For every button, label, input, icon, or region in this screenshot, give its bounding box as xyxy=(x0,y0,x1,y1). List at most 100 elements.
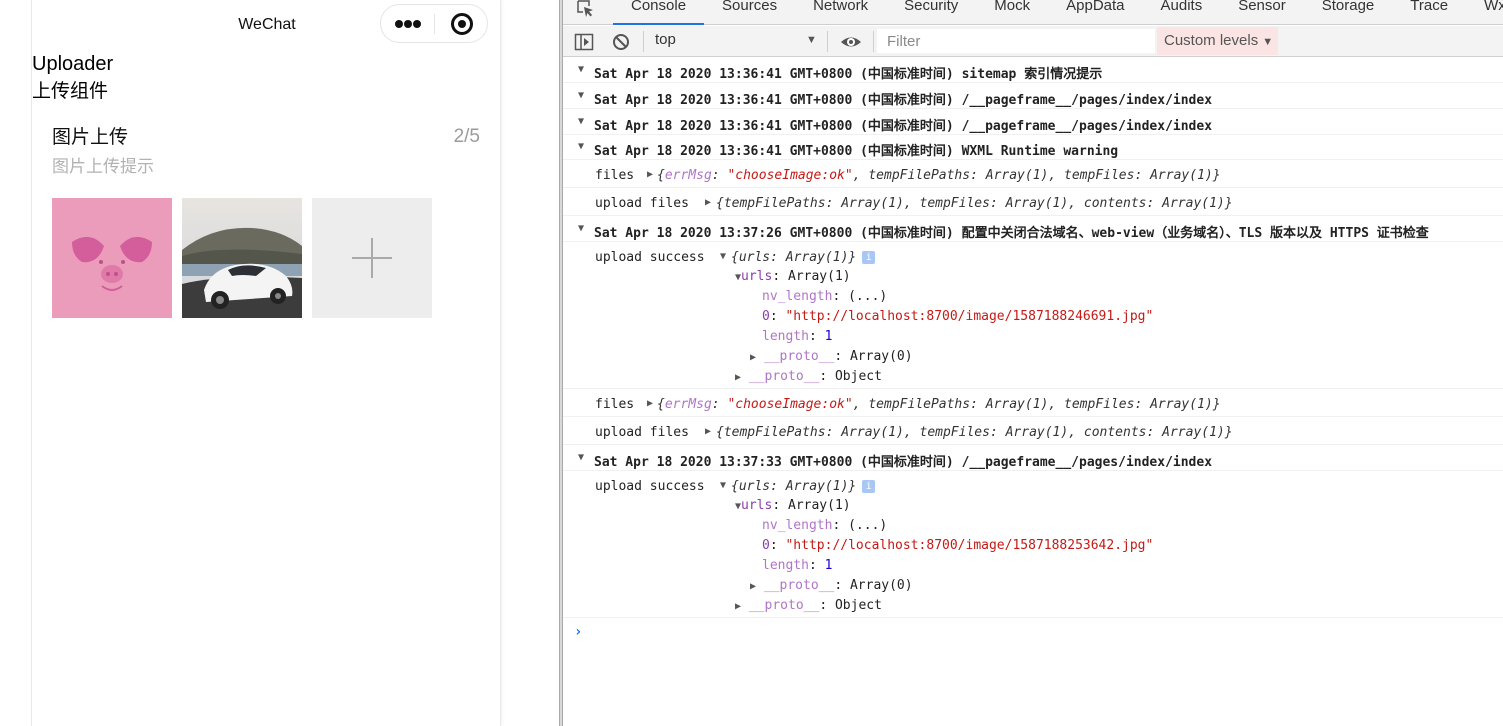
filter-input[interactable] xyxy=(877,29,1155,53)
phone-screen: WeChat Uploader 上传组件 图片上传 2/5 图片上传提示 xyxy=(31,0,501,726)
collapse-triangle-icon[interactable]: ▼ xyxy=(578,452,584,463)
page-description: 上传组件 xyxy=(32,80,109,102)
console-group[interactable]: ▼ Sat Apr 18 2020 13:36:41 GMT+0800 (中国标… xyxy=(563,58,1503,83)
pig-illustration xyxy=(72,236,152,291)
capsule-divider xyxy=(434,14,435,34)
panel-splitter-highlight xyxy=(560,0,562,726)
console-group-title: Sat Apr 18 2020 13:37:33 GMT+0800 (中国标准时… xyxy=(594,455,1213,470)
log-label: upload success xyxy=(595,479,705,494)
log-object-preview[interactable]: {tempFilePaths: Array(1), tempFiles: Arr… xyxy=(716,425,1233,440)
devtools-panel: Console Sources Network Security Mock Ap… xyxy=(563,0,1503,726)
console-group[interactable]: ▼ Sat Apr 18 2020 13:36:41 GMT+0800 (中国标… xyxy=(563,135,1503,160)
tree-node-index: 0: "http://localhost:8700/image/15871882… xyxy=(762,538,1154,553)
tree-node-length: length: 1 xyxy=(762,329,833,344)
expand-triangle-icon[interactable]: ▶ xyxy=(735,372,741,383)
console-group[interactable]: ▼ Sat Apr 18 2020 13:36:41 GMT+0800 (中国标… xyxy=(563,110,1503,135)
inspect-element-icon[interactable] xyxy=(575,0,595,18)
console-group-title: Sat Apr 18 2020 13:37:26 GMT+0800 (中国标准时… xyxy=(594,226,1429,241)
expand-triangle-icon[interactable]: ▶ xyxy=(647,169,653,180)
sidebar-toggle-icon[interactable] xyxy=(574,32,594,52)
expand-triangle-icon[interactable]: ▶ xyxy=(705,197,711,208)
page-title: Uploader xyxy=(32,53,114,75)
collapse-triangle-icon[interactable]: ▼ xyxy=(720,480,726,491)
tab-console[interactable]: Console xyxy=(613,0,705,25)
log-object-preview[interactable]: {tempFilePaths: Array(1), tempFiles: Arr… xyxy=(716,196,1233,211)
tab-security[interactable]: Security xyxy=(886,0,976,25)
console-log-row: files ▶ {errMsg: "chooseImage:ok", tempF… xyxy=(563,390,1503,417)
log-levels-label: Custom levels xyxy=(1164,32,1259,49)
car-photo xyxy=(182,198,302,318)
expand-triangle-icon[interactable]: ▶ xyxy=(705,426,711,437)
log-object-preview[interactable]: {urls: Array(1)} i xyxy=(731,250,876,265)
console-log-row: upload success ▼ {urls: Array(1)} i ▼urls… xyxy=(563,243,1503,389)
tree-node-proto-object[interactable]: ▶ __proto__: Object xyxy=(735,598,882,613)
console-output: ▼ Sat Apr 18 2020 13:36:41 GMT+0800 (中国标… xyxy=(563,58,1503,726)
uploaded-image-car[interactable] xyxy=(182,198,302,318)
console-group-title: Sat Apr 18 2020 13:36:41 GMT+0800 (中国标准时… xyxy=(594,119,1213,134)
expand-triangle-icon[interactable]: ▶ xyxy=(750,352,756,363)
log-label: files xyxy=(595,168,635,183)
add-image-button[interactable] xyxy=(312,198,432,318)
console-group[interactable]: ▼ Sat Apr 18 2020 13:37:26 GMT+0800 (中国标… xyxy=(563,217,1503,242)
devtools-tabs: Console Sources Network Security Mock Ap… xyxy=(613,0,1503,25)
console-toolbar: top ▼ Custom levels▼ xyxy=(563,26,1503,57)
collapse-triangle-icon[interactable]: ▼ xyxy=(578,90,584,101)
console-log-row: upload files ▶ {tempFilePaths: Array(1),… xyxy=(563,189,1503,216)
uploaded-image-pig[interactable] xyxy=(52,198,172,318)
info-icon: i xyxy=(862,480,876,493)
tree-node-urls[interactable]: ▼urls: Array(1) xyxy=(735,269,851,284)
close-mini-program-icon[interactable] xyxy=(451,13,473,35)
tab-wxml[interactable]: Wxml xyxy=(1466,0,1503,25)
console-group-title: Sat Apr 18 2020 13:36:41 GMT+0800 (中国标准时… xyxy=(594,144,1119,159)
context-select[interactable]: top xyxy=(655,31,676,48)
chevron-down-icon: ▼ xyxy=(1262,36,1274,48)
simulator-panel: WeChat Uploader 上传组件 图片上传 2/5 图片上传提示 xyxy=(0,0,560,726)
tab-sensor[interactable]: Sensor xyxy=(1220,0,1304,25)
toolbar-separator xyxy=(827,31,828,52)
context-dropdown-arrow-icon[interactable]: ▼ xyxy=(806,34,817,46)
tab-appdata[interactable]: AppData xyxy=(1048,0,1142,25)
collapse-triangle-icon[interactable]: ▼ xyxy=(578,64,584,75)
expand-triangle-icon[interactable]: ▶ xyxy=(647,398,653,409)
tab-mock[interactable]: Mock xyxy=(976,0,1048,25)
console-log-row: upload files ▶ {tempFilePaths: Array(1),… xyxy=(563,418,1503,445)
collapse-triangle-icon[interactable]: ▼ xyxy=(578,141,584,152)
console-log-row: files ▶ {errMsg: "chooseImage:ok", tempF… xyxy=(563,161,1503,188)
console-group[interactable]: ▼ Sat Apr 18 2020 13:36:41 GMT+0800 (中国标… xyxy=(563,84,1503,109)
uploader-count: 2/5 xyxy=(453,126,480,147)
console-group-title: Sat Apr 18 2020 13:36:41 GMT+0800 (中国标准时… xyxy=(594,67,1103,82)
expand-triangle-icon[interactable]: ▶ xyxy=(735,601,741,612)
tab-network[interactable]: Network xyxy=(795,0,886,25)
console-log-row: upload success ▼ {urls: Array(1)} i ▼urls… xyxy=(563,472,1503,618)
more-icon[interactable] xyxy=(395,18,421,30)
clear-console-icon[interactable] xyxy=(611,32,631,52)
tree-node-index: 0: "http://localhost:8700/image/15871882… xyxy=(762,309,1154,324)
menu-capsule xyxy=(380,4,488,43)
log-levels-dropdown[interactable]: Custom levels ▼ xyxy=(1157,27,1278,55)
tab-storage[interactable]: Storage xyxy=(1304,0,1393,25)
collapse-triangle-icon[interactable]: ▼ xyxy=(720,251,726,262)
collapse-triangle-icon[interactable]: ▼ xyxy=(578,116,584,127)
toolbar-separator xyxy=(873,31,874,52)
expand-triangle-icon[interactable]: ▶ xyxy=(750,581,756,592)
tree-node-proto-object[interactable]: ▶ __proto__: Object xyxy=(735,369,882,384)
toolbar-separator xyxy=(643,31,644,52)
log-label: upload success xyxy=(595,250,705,265)
console-group[interactable]: ▼ Sat Apr 18 2020 13:37:33 GMT+0800 (中国标… xyxy=(563,446,1503,471)
tree-node-proto-array[interactable]: ▶ __proto__: Array(0) xyxy=(750,578,913,593)
log-object-preview[interactable]: {urls: Array(1)} i xyxy=(731,479,876,494)
eye-icon[interactable] xyxy=(840,32,862,52)
collapse-triangle-icon[interactable]: ▼ xyxy=(578,223,584,234)
tab-trace[interactable]: Trace xyxy=(1392,0,1466,25)
tree-node-nv-length[interactable]: nv_length: (...) xyxy=(762,518,887,533)
log-object-preview[interactable]: {errMsg: "chooseImage:ok", tempFilePaths… xyxy=(657,168,1221,183)
log-object-preview[interactable]: {errMsg: "chooseImage:ok", tempFilePaths… xyxy=(657,397,1221,412)
tree-node-urls[interactable]: ▼urls: Array(1) xyxy=(735,498,851,513)
console-prompt-icon[interactable]: › xyxy=(574,624,582,640)
tab-sources[interactable]: Sources xyxy=(704,0,795,25)
tab-audits[interactable]: Audits xyxy=(1143,0,1221,25)
tree-node-nv-length[interactable]: nv_length: (...) xyxy=(762,289,887,304)
uploader-title: 图片上传 xyxy=(52,126,129,148)
log-label: upload files xyxy=(595,196,689,211)
tree-node-proto-array[interactable]: ▶ __proto__: Array(0) xyxy=(750,349,913,364)
